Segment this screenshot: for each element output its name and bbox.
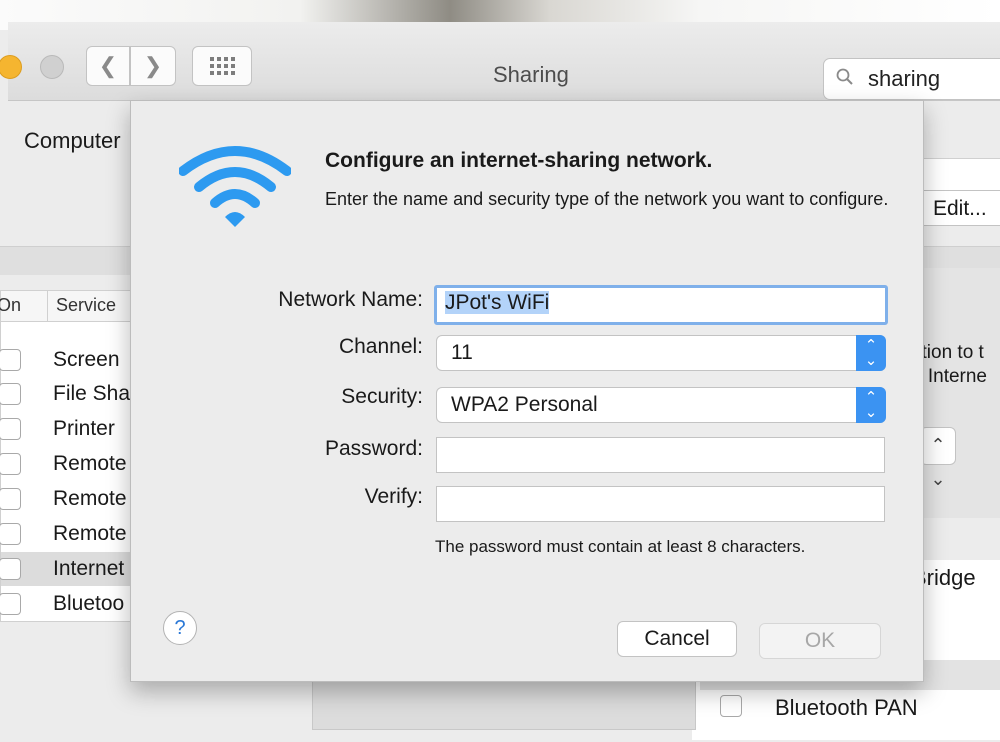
edit-button[interactable]: Edit... [912,190,1000,226]
service-label: File Sha [53,382,131,405]
list-item[interactable]: Internet [0,552,141,586]
stepper-icon: ⌃ ⌄ [930,435,946,489]
verify-label: Verify: [364,485,423,508]
service-label: Internet [53,557,125,580]
service-checkbox[interactable] [0,418,21,440]
service-checkbox[interactable] [0,558,21,580]
service-checkbox[interactable] [0,349,21,371]
security-label: Security: [341,385,423,408]
share-from-popup[interactable]: ⌃ ⌄ [920,427,956,489]
channel-label: Channel: [338,335,423,358]
list-item[interactable]: Bluetoo [0,587,141,621]
wifi-icon [179,146,291,227]
list-footer [312,680,696,730]
service-checkbox[interactable] [0,488,21,510]
back-button[interactable]: ❮ [86,46,130,86]
window-title: Sharing [493,62,569,87]
security-value: WPA2 Personal [451,393,598,416]
chevron-left-icon: ❮ [98,53,118,78]
services-list-header: On Service [0,291,141,322]
search-field[interactable]: sharing [823,58,1000,100]
port-label: Bluetooth PAN [775,695,918,720]
network-name-label: Network Name: [278,288,423,311]
help-button[interactable]: ? [163,611,197,645]
chevron-right-icon: ❯ [143,53,163,78]
stepper-icon: ⌃ ⌄ [856,335,886,371]
service-checkbox[interactable] [0,593,21,615]
wifi-options-sheet: Configure an internet-sharing network. E… [130,100,924,682]
search-icon [836,68,862,91]
forward-button[interactable]: ❯ [130,46,176,86]
service-checkbox[interactable] [0,523,21,545]
search-input[interactable]: sharing [868,66,940,92]
minimize-button[interactable] [0,55,22,79]
channel-value: 11 [451,341,473,364]
help-icon: ? [174,617,186,639]
service-label: Screen [53,348,120,371]
service-label: Printer [53,417,115,440]
service-label: Remote [53,522,127,545]
column-header-service[interactable]: Service [56,295,116,316]
list-item[interactable]: Screen [0,343,141,377]
service-label: Remote [53,487,127,510]
list-item[interactable]: File Sha [0,377,141,411]
list-item[interactable]: Remote [0,517,141,551]
service-label: Bluetoo [53,592,125,615]
service-checkbox[interactable] [0,453,21,475]
cancel-button[interactable]: Cancel [617,621,737,657]
grid-icon [209,57,235,75]
network-name-field[interactable]: JPot's WiFi [434,285,888,325]
password-field[interactable] [436,437,885,473]
password-hint: The password must contain at least 8 cha… [435,537,806,556]
password-label: Password: [324,437,423,460]
list-item[interactable]: Printer [0,412,141,446]
list-item[interactable]: Remote [0,447,141,481]
show-all-button[interactable] [192,46,252,86]
stepper-icon: ⌃ ⌄ [856,387,886,423]
channel-popup[interactable]: 11 ⌃ ⌄ [436,335,886,371]
column-header-on[interactable]: On [0,295,21,316]
dialog-message: Enter the name and security type of the … [325,189,889,209]
ok-button[interactable]: OK [759,623,881,659]
zoom-button[interactable] [40,55,64,79]
network-name-value: JPot's WiFi [445,291,550,314]
title-bar: ❮ ❯ Sharing sharing [0,22,1000,101]
dialog-title: Configure an internet-sharing network. [325,149,713,172]
service-checkbox[interactable] [0,383,21,405]
port-checkbox[interactable] [720,695,742,717]
list-item[interactable]: Remote [0,482,141,516]
security-popup[interactable]: WPA2 Personal ⌃ ⌄ [436,387,886,423]
computer-name-label: Computer [24,128,121,153]
service-label: Remote [53,452,127,475]
services-list: On Service Screen File Sha Printer Remot… [0,290,142,622]
verify-field[interactable] [436,486,885,522]
